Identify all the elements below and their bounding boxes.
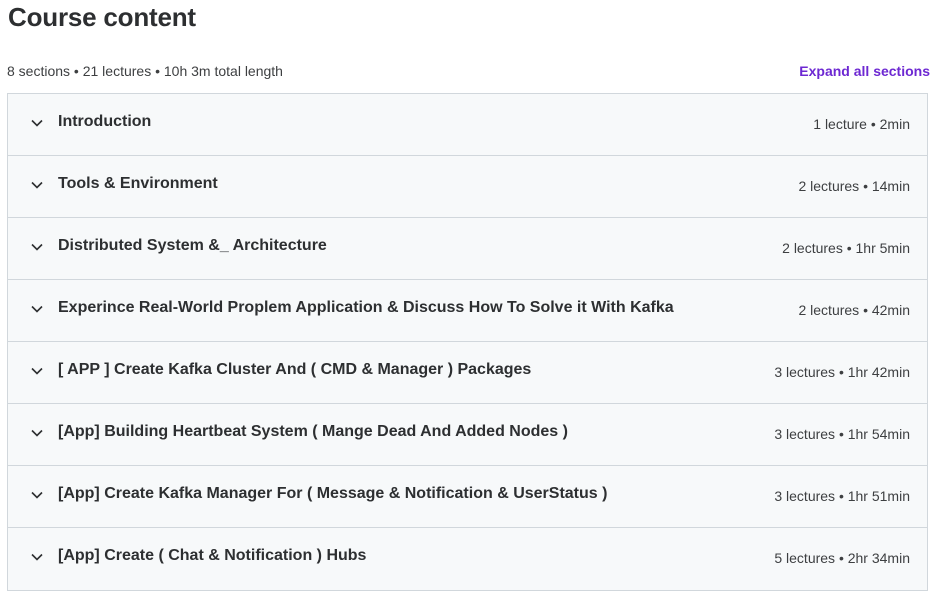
section-header[interactable]: Experince Real-World Proplem Application… (8, 280, 927, 342)
section-meta: 2 lectures • 14min (798, 178, 910, 194)
section-meta: 3 lectures • 1hr 51min (774, 488, 910, 504)
section-header[interactable]: Distributed System &_ Architecture 2 lec… (8, 218, 927, 280)
summary-bar: 8 sections • 21 lectures • 10h 3m total … (7, 60, 930, 82)
section-meta: 2 lectures • 1hr 5min (782, 240, 910, 256)
page-title: Course content (8, 2, 196, 32)
section-header[interactable]: [App] Create ( Chat & Notification ) Hub… (8, 528, 927, 590)
section-title: [ APP ] Create Kafka Cluster And ( CMD &… (58, 360, 532, 378)
section-title: Tools & Environment (58, 174, 218, 192)
section-title: [App] Create Kafka Manager For ( Message… (58, 484, 608, 502)
section-title: Experince Real-World Proplem Application… (58, 298, 674, 316)
section-meta: 2 lectures • 42min (798, 302, 910, 318)
course-summary: 8 sections • 21 lectures • 10h 3m total … (7, 63, 283, 79)
section-meta: 3 lectures • 1hr 54min (774, 426, 910, 442)
chevron-down-icon (30, 178, 44, 192)
section-header[interactable]: [App] Create Kafka Manager For ( Message… (8, 466, 927, 528)
chevron-down-icon (30, 364, 44, 378)
section-title: Introduction (58, 112, 152, 130)
chevron-down-icon (30, 302, 44, 316)
section-meta: 5 lectures • 2hr 34min (774, 550, 910, 566)
chevron-down-icon (30, 488, 44, 502)
section-header[interactable]: Introduction 1 lecture • 2min (8, 94, 927, 156)
chevron-down-icon (30, 116, 44, 130)
chevron-down-icon (30, 550, 44, 564)
chevron-down-icon (30, 426, 44, 440)
chevron-down-icon (30, 240, 44, 254)
course-content-panel: Course content 8 sections • 21 lectures … (0, 0, 933, 595)
section-header[interactable]: Tools & Environment 2 lectures • 14min (8, 156, 927, 218)
section-title: [App] Building Heartbeat System ( Mange … (58, 422, 568, 440)
sections-list: Introduction 1 lecture • 2min Tools & En… (7, 93, 928, 591)
section-meta: 3 lectures • 1hr 42min (774, 364, 910, 380)
section-header[interactable]: [ APP ] Create Kafka Cluster And ( CMD &… (8, 342, 927, 404)
section-title: [App] Create ( Chat & Notification ) Hub… (58, 547, 367, 564)
expand-all-sections-button[interactable]: Expand all sections (799, 63, 930, 79)
section-meta: 1 lecture • 2min (813, 116, 910, 132)
section-header[interactable]: [App] Building Heartbeat System ( Mange … (8, 404, 927, 466)
section-title: Distributed System &_ Architecture (58, 236, 327, 254)
